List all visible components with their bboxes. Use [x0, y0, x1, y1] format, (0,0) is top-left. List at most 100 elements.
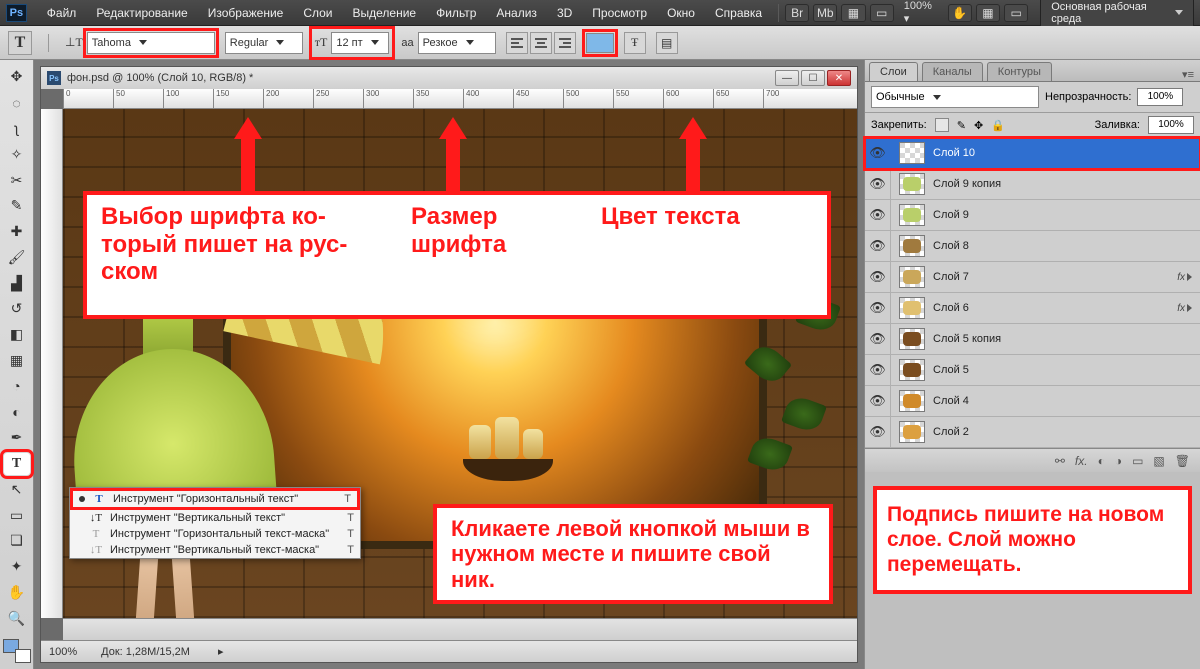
layer-thumbnail[interactable] [899, 173, 925, 195]
bridge-button[interactable]: Br [785, 4, 809, 22]
layer-row[interactable]: 👁Слой 6fx [865, 293, 1200, 324]
trash-icon[interactable]: 🗑 [1175, 454, 1190, 468]
3d-camera-tool[interactable]: ✦ [4, 556, 30, 578]
arrange-button[interactable]: ▦ [976, 4, 1000, 22]
close-button[interactable]: ✕ [827, 70, 851, 86]
dodge-tool[interactable]: ◐ [4, 401, 30, 423]
zoom-level[interactable]: 100% ▾ [898, 0, 944, 25]
stamp-tool[interactable]: ▟ [4, 272, 30, 294]
antialias-dropdown[interactable]: Резкое [418, 32, 496, 54]
text-color-swatch[interactable] [586, 33, 614, 53]
3d-tool[interactable]: ❏ [4, 530, 30, 552]
layer-row[interactable]: 👁Слой 10 [865, 138, 1200, 169]
status-zoom[interactable]: 100% [49, 646, 77, 658]
flyout-horizontal-mask[interactable]: T Инструмент "Горизонтальный текст-маска… [70, 526, 360, 542]
crop-tool[interactable]: ✂ [4, 169, 30, 191]
menu-filter[interactable]: Фильтр [426, 0, 486, 26]
layer-thumbnail[interactable] [899, 142, 925, 164]
menu-3d[interactable]: 3D [547, 0, 582, 26]
gradient-tool[interactable]: ▦ [4, 350, 30, 372]
align-center-button[interactable] [530, 32, 552, 54]
layer-row[interactable]: 👁Слой 4 [865, 386, 1200, 417]
visibility-icon[interactable]: 👁 [865, 293, 891, 323]
heal-tool[interactable]: ✚ [4, 221, 30, 243]
layer-thumbnail[interactable] [899, 297, 925, 319]
layer-row[interactable]: 👁Слой 9 копия [865, 169, 1200, 200]
tab-channels[interactable]: Каналы [922, 62, 983, 81]
layer-thumbnail[interactable] [899, 235, 925, 257]
eraser-tool[interactable]: ◧ [4, 324, 30, 346]
brush-tool[interactable]: 🖌 [4, 246, 30, 268]
visibility-icon[interactable]: 👁 [865, 355, 891, 385]
layer-thumbnail[interactable] [899, 204, 925, 226]
visibility-icon[interactable]: 👁 [865, 386, 891, 416]
layer-row[interactable]: 👁Слой 5 [865, 355, 1200, 386]
proof-button[interactable]: ▭ [870, 4, 894, 22]
menu-view[interactable]: Просмотр [582, 0, 657, 26]
tab-paths[interactable]: Контуры [987, 62, 1052, 81]
lock-brush-icon[interactable]: ✎ [957, 119, 966, 132]
new-layer-icon[interactable]: ▧ [1153, 454, 1164, 468]
layer-thumbnail[interactable] [899, 328, 925, 350]
type-tool[interactable]: T [4, 453, 30, 475]
visibility-icon[interactable]: 👁 [865, 200, 891, 230]
marquee-tool[interactable]: ◌ [4, 92, 30, 114]
scrollbar-horizontal[interactable] [63, 618, 857, 640]
flyout-vertical-text[interactable]: ↓T Инструмент "Вертикальный текст"T [70, 510, 360, 526]
menu-image[interactable]: Изображение [198, 0, 294, 26]
workspace-switcher[interactable]: Основная рабочая среда [1040, 0, 1194, 29]
minimize-button[interactable]: — [775, 70, 799, 86]
hand-button[interactable]: ✋ [948, 4, 972, 22]
visibility-icon[interactable]: 👁 [865, 231, 891, 261]
visibility-icon[interactable]: 👁 [865, 169, 891, 199]
shape-tool[interactable]: ▭ [4, 504, 30, 526]
lasso-tool[interactable]: ʅ [4, 118, 30, 140]
font-style-dropdown[interactable]: Regular [225, 32, 303, 54]
layer-row[interactable]: 👁Слой 2 [865, 417, 1200, 448]
zoom-tool[interactable]: 🔍 [4, 607, 30, 629]
move-tool[interactable]: ✥ [4, 66, 30, 88]
adjustment-icon[interactable]: ◑ [1115, 454, 1122, 468]
menu-layers[interactable]: Слои [293, 0, 342, 26]
screen-button[interactable]: ▭ [1004, 4, 1028, 22]
link-layers-icon[interactable]: ⚯ [1055, 454, 1065, 468]
eyedropper-tool[interactable]: ✎ [4, 195, 30, 217]
visibility-icon[interactable]: 👁 [865, 262, 891, 292]
tab-layers[interactable]: Слои [869, 62, 918, 81]
hand-tool[interactable]: ✋ [4, 582, 30, 604]
blend-mode-dropdown[interactable]: Обычные [871, 86, 1039, 108]
lock-all-icon[interactable]: 🔒 [991, 119, 1005, 132]
menu-window[interactable]: Окно [657, 0, 705, 26]
menu-select[interactable]: Выделение [343, 0, 427, 26]
fill-value[interactable]: 100% [1148, 116, 1194, 134]
path-tool[interactable]: ↖ [4, 479, 30, 501]
pen-tool[interactable]: ✒ [4, 427, 30, 449]
visibility-icon[interactable]: 👁 [865, 138, 891, 168]
color-swatches[interactable] [3, 639, 31, 663]
blur-tool[interactable]: ◔ [4, 375, 30, 397]
warp-text-button[interactable]: Ŧ [624, 32, 646, 54]
fx-indicator[interactable]: fx [1177, 303, 1192, 314]
character-panel-button[interactable]: ▤ [656, 32, 678, 54]
layer-row[interactable]: 👁Слой 8 [865, 231, 1200, 262]
maximize-button[interactable]: ☐ [801, 70, 825, 86]
extras-button[interactable]: ▦ [841, 4, 865, 22]
lock-move-icon[interactable]: ✥ [974, 119, 983, 132]
fx-icon[interactable]: fx. [1075, 454, 1088, 468]
visibility-icon[interactable]: 👁 [865, 324, 891, 354]
layer-thumbnail[interactable] [899, 359, 925, 381]
layer-thumbnail[interactable] [899, 390, 925, 412]
layer-thumbnail[interactable] [899, 266, 925, 288]
menu-help[interactable]: Справка [705, 0, 772, 26]
menu-edit[interactable]: Редактирование [86, 0, 197, 26]
menu-analysis[interactable]: Анализ [486, 0, 547, 26]
font-family-dropdown[interactable]: Tahoma [87, 32, 215, 54]
history-brush-tool[interactable]: ↺ [4, 298, 30, 320]
layer-row[interactable]: 👁Слой 9 [865, 200, 1200, 231]
align-left-button[interactable] [506, 32, 528, 54]
layer-thumbnail[interactable] [899, 421, 925, 443]
visibility-icon[interactable]: 👁 [865, 417, 891, 447]
layer-row[interactable]: 👁Слой 5 копия [865, 324, 1200, 355]
font-toggle-icon[interactable]: ⊥T [65, 35, 83, 50]
wand-tool[interactable]: ✧ [4, 143, 30, 165]
